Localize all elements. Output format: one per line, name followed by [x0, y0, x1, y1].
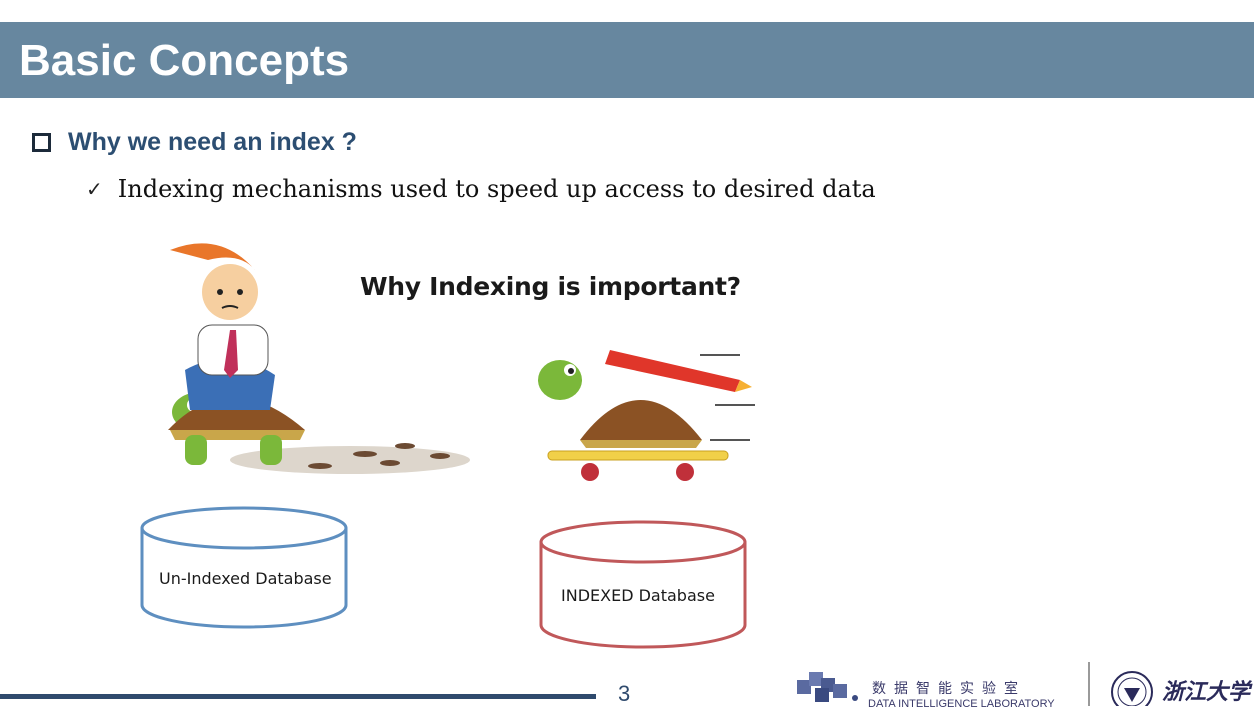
illustration-title: Why Indexing is important? — [360, 272, 741, 301]
bullet2-text: Indexing mechanisms used to speed up acc… — [117, 175, 876, 203]
lab-name-cn: 数据智能实验室 — [872, 681, 1026, 697]
unindexed-database-cylinder — [140, 506, 348, 629]
bullet-level2: ✓ Indexing mechanisms used to speed up a… — [86, 175, 876, 203]
logo-divider — [1088, 662, 1090, 706]
lab-logo-icon — [797, 672, 858, 702]
checkmark-icon: ✓ — [86, 177, 103, 201]
indexed-database-cylinder — [539, 520, 747, 649]
footer-rule — [0, 694, 596, 699]
unindexed-db-label: Un-Indexed Database — [159, 569, 332, 588]
university-name-cn: 浙江大学 — [1162, 679, 1251, 705]
university-emblem-icon — [1111, 671, 1153, 706]
page-number: 3 — [618, 681, 631, 706]
lab-name-en: DATA INTELLIGENCE LABORATORY — [868, 698, 1055, 710]
slide-title: Basic Concepts — [19, 36, 350, 85]
bullet-level1: Why we need an index ? — [32, 128, 357, 157]
fast-tortoise-rocket-skateboard — [538, 350, 755, 481]
bullet1-text: Why we need an index ? — [68, 128, 357, 156]
square-bullet-icon — [32, 133, 51, 152]
indexed-db-label: INDEXED Database — [561, 586, 715, 605]
